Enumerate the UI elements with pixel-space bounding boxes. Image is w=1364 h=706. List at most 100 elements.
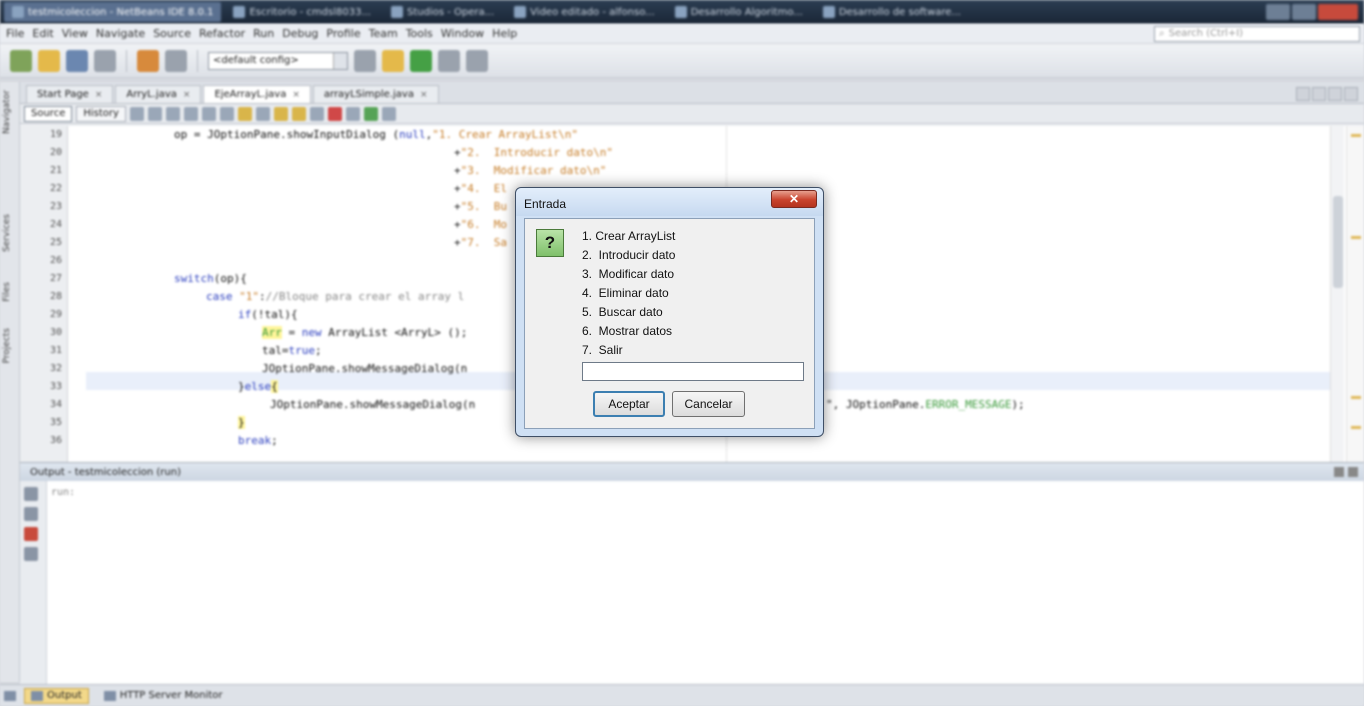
config-select[interactable]: <default config>: [208, 51, 348, 70]
code-line: JOptionPane.showMessageDialog(n: [270, 398, 476, 411]
output-controls: [1334, 467, 1358, 477]
menu-profile[interactable]: Profile: [322, 27, 364, 40]
open-project-icon[interactable]: [66, 49, 88, 72]
http-monitor-tab[interactable]: HTTP Server Monitor: [97, 688, 230, 704]
menu-window[interactable]: Window: [437, 27, 488, 40]
side-tab-files[interactable]: Files: [2, 282, 18, 302]
warning-marker[interactable]: [1351, 236, 1361, 239]
menu-debug[interactable]: Debug: [278, 27, 322, 40]
menu-navigate[interactable]: Navigate: [92, 27, 149, 40]
close-icon[interactable]: ×: [95, 90, 103, 100]
menu-refactor[interactable]: Refactor: [195, 27, 249, 40]
menu-help[interactable]: Help: [488, 27, 521, 40]
taskbar-item[interactable]: Desarrollo Algoritmo...: [667, 2, 811, 22]
vertical-scrollbar[interactable]: [1330, 126, 1344, 462]
previous-bookmark-icon[interactable]: [273, 106, 288, 121]
left-side-panel: Navigator Services Files Projects: [0, 82, 20, 682]
settings-icon[interactable]: [24, 547, 38, 561]
toggle-bookmark-icon[interactable]: [309, 106, 324, 121]
clean-build-icon[interactable]: [382, 49, 404, 72]
stop-icon[interactable]: [24, 527, 38, 541]
warning-marker[interactable]: [1351, 396, 1361, 399]
uncomment-icon[interactable]: [381, 106, 396, 121]
find-icon[interactable]: [183, 106, 198, 121]
tab-ejearrayl-java[interactable]: EjeArrayL.java ×: [203, 85, 311, 103]
find-next-icon[interactable]: [219, 106, 234, 121]
find-previous-icon[interactable]: [201, 106, 216, 121]
taskbar-item[interactable]: Video editado - alfonso...: [506, 2, 663, 22]
build-icon[interactable]: [354, 49, 376, 72]
menu-run[interactable]: Run: [249, 27, 278, 40]
menu-team[interactable]: Team: [365, 27, 402, 40]
toggle-highlight-icon[interactable]: [237, 106, 252, 121]
close-icon[interactable]: ×: [420, 90, 428, 100]
editor-tabs: Start Page × ArryL.java × EjeArrayL.java × …: [20, 82, 1364, 104]
code-line: break;: [238, 434, 278, 447]
toolbar-divider: [126, 49, 127, 72]
run-icon[interactable]: [410, 49, 432, 72]
start-macro-icon[interactable]: [345, 106, 360, 121]
input-dialog: Entrada ✕ ? 1. Crear ArrayList 2. Introd…: [515, 187, 824, 437]
shift-left-icon[interactable]: [255, 106, 270, 121]
taskbar-item-netbeans[interactable]: testmicoleccion - NetBeans IDE 8.0.1: [4, 2, 222, 22]
code-line: Arr = new ArrayList <ArryL> ();: [262, 326, 468, 339]
side-tab-services[interactable]: Services: [2, 214, 18, 252]
rerun-icon[interactable]: [24, 487, 38, 501]
forward-icon[interactable]: [165, 106, 180, 121]
menu-tools[interactable]: Tools: [402, 27, 437, 40]
source-button[interactable]: Source: [24, 105, 73, 122]
side-tab-navigator[interactable]: Navigator: [2, 90, 18, 134]
stop-macro-icon[interactable]: [327, 106, 342, 121]
dialog-close-button[interactable]: ✕: [771, 190, 817, 208]
taskbar-item[interactable]: Desarrollo de software...: [815, 2, 969, 22]
menu-edit[interactable]: Edit: [28, 27, 57, 40]
debug-icon[interactable]: [438, 49, 460, 72]
minimize-button[interactable]: [1266, 4, 1290, 20]
minimize-icon[interactable]: [1334, 467, 1344, 477]
tab-arraylsimple-java[interactable]: arrayLSimple.java ×: [312, 85, 439, 103]
option-label: 2. Introducir dato: [582, 248, 676, 262]
close-window-button[interactable]: [1318, 4, 1358, 20]
editor-toolbar: Source History: [20, 104, 1364, 124]
new-file-icon[interactable]: [10, 49, 32, 72]
back-icon[interactable]: [147, 106, 162, 121]
save-all-icon[interactable]: [94, 49, 116, 72]
maximize-button[interactable]: [1292, 4, 1316, 20]
undo-icon[interactable]: [137, 49, 159, 72]
side-tab-projects[interactable]: Projects: [2, 328, 18, 363]
new-project-icon[interactable]: [38, 49, 60, 72]
scroll-right-icon[interactable]: [1312, 87, 1326, 101]
history-button[interactable]: History: [76, 105, 126, 122]
close-icon[interactable]: [1348, 467, 1358, 477]
taskbar-item[interactable]: Escritorio - cmdsl8033...: [225, 2, 379, 22]
menu-source[interactable]: Source: [149, 27, 195, 40]
menu-file[interactable]: File: [2, 27, 28, 40]
tab-start-page[interactable]: Start Page ×: [26, 85, 114, 103]
search-input[interactable]: ⌕ Search (Ctrl+I): [1154, 25, 1360, 42]
redo-icon[interactable]: [165, 49, 187, 72]
option-input[interactable]: [582, 362, 804, 381]
scroll-left-icon[interactable]: [1296, 87, 1310, 101]
scrollbar-thumb[interactable]: [1333, 196, 1343, 288]
maximize-icon[interactable]: [1344, 87, 1358, 101]
next-bookmark-icon[interactable]: [291, 106, 306, 121]
chevron-down-icon[interactable]: [1328, 87, 1342, 101]
cancel-button[interactable]: Cancelar: [672, 391, 745, 417]
output-tab[interactable]: Output: [24, 687, 89, 704]
output-console[interactable]: run:: [46, 481, 1364, 685]
close-icon[interactable]: ×: [183, 90, 191, 100]
line-number: 33: [49, 381, 62, 392]
menu-view[interactable]: View: [58, 27, 92, 40]
profile-icon[interactable]: [466, 49, 488, 72]
close-icon[interactable]: ×: [292, 90, 300, 100]
output-header: Output - testmicoleccion (run): [20, 463, 1364, 481]
last-edit-icon[interactable]: [129, 106, 144, 121]
warning-marker[interactable]: [1351, 426, 1361, 429]
tab-arryl-java[interactable]: ArryL.java ×: [115, 85, 202, 103]
rerun-with-options-icon[interactable]: [24, 507, 38, 521]
code-line: op = JOptionPane.showInputDialog (null,"…: [174, 128, 578, 141]
comment-icon[interactable]: [363, 106, 378, 121]
accept-button[interactable]: Aceptar: [593, 391, 665, 417]
taskbar-item[interactable]: Studios - Opera...: [383, 2, 502, 22]
warning-marker[interactable]: [1351, 134, 1361, 137]
